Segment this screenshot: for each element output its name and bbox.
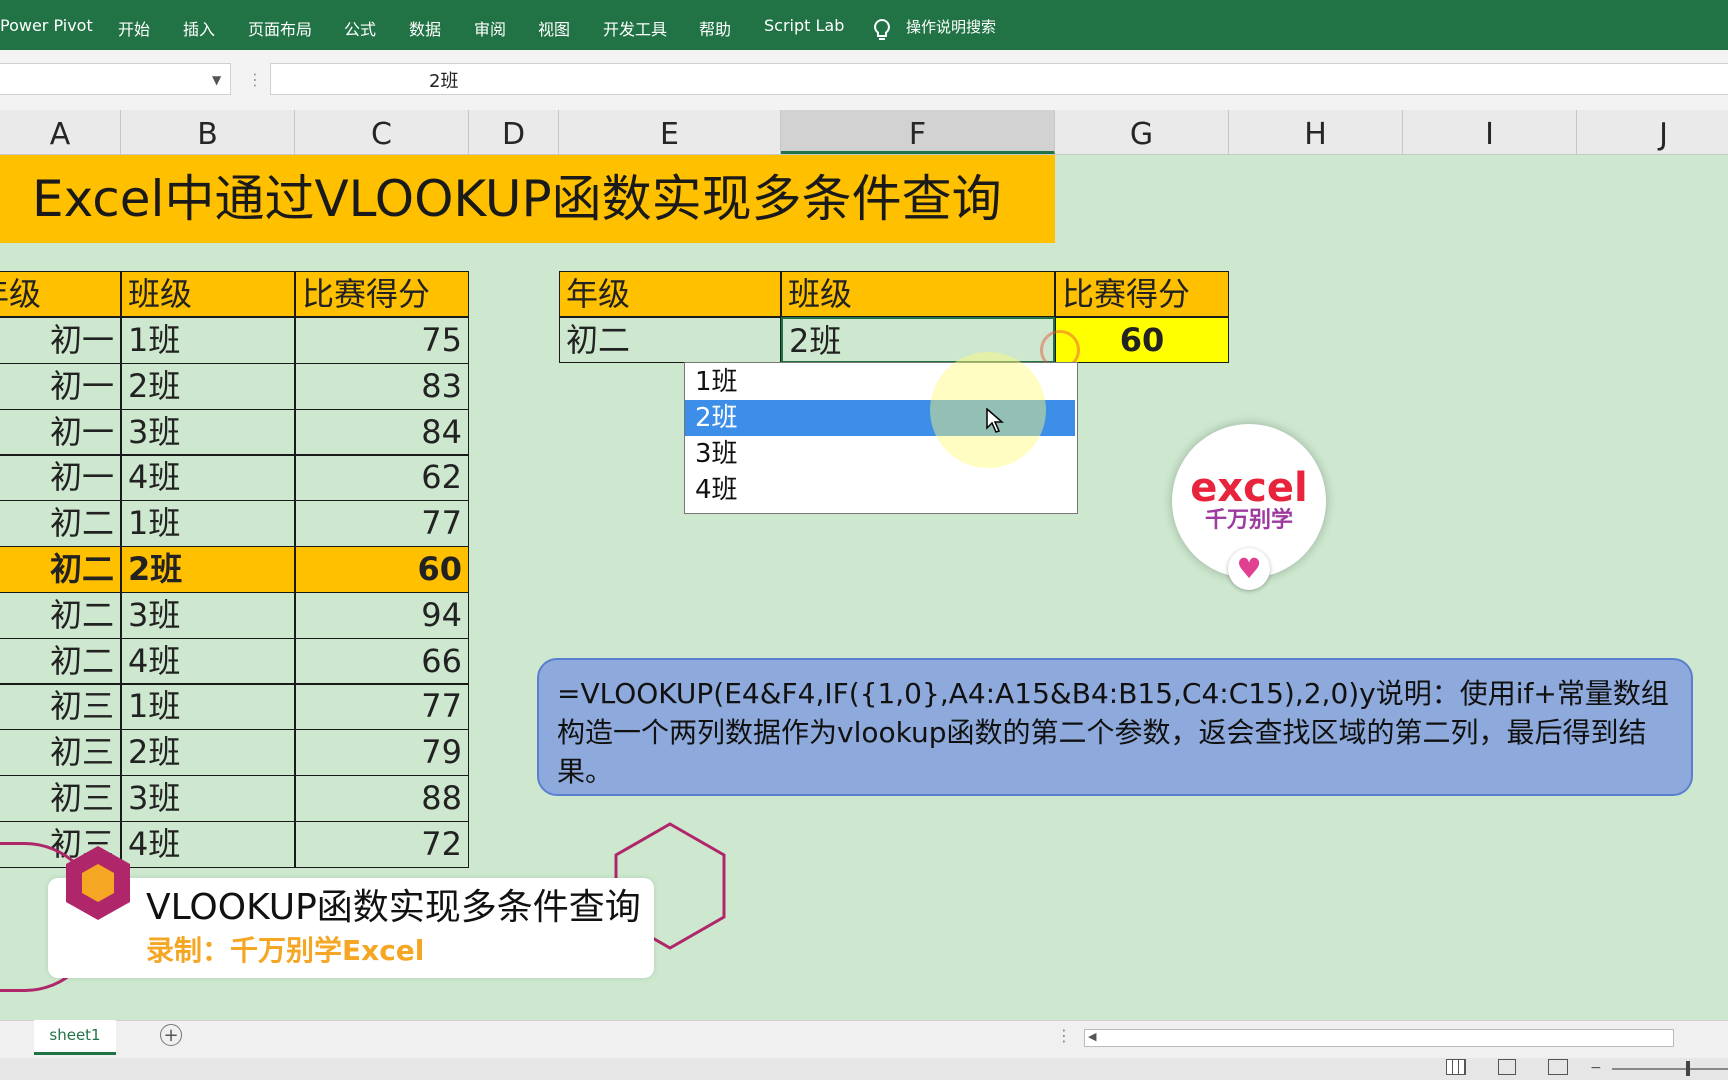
caption-recorder: 录制：千万别学Excel (146, 934, 425, 967)
menu-formulas[interactable]: 公式 (344, 16, 376, 40)
cell-grade[interactable]: 初二 (0, 638, 121, 685)
scroll-left-icon[interactable]: ◀ (1088, 1030, 1096, 1043)
menu-developer[interactable]: 开发工具 (603, 16, 667, 40)
caption-panel: VLOOKUP函数实现多条件查询 录制：千万别学Excel (48, 878, 654, 978)
caption-title: VLOOKUP函数实现多条件查询 (146, 887, 641, 928)
header-grade[interactable]: 年级 (0, 271, 121, 317)
cell-grade[interactable]: 初一 (0, 454, 121, 501)
lookup-class-cell[interactable]: 2班 (781, 317, 1055, 363)
name-box[interactable] (0, 63, 231, 95)
cell-class[interactable]: 2班 (121, 729, 295, 776)
lightbulb-icon[interactable] (872, 18, 892, 44)
column-header-i[interactable]: I (1403, 110, 1577, 154)
badge-brand: excel (1190, 465, 1308, 511)
column-header-f[interactable]: F (781, 110, 1055, 154)
title-banner[interactable]: Excel中通过VLOOKUP函数实现多条件查询 (0, 155, 1055, 243)
cell-grade[interactable]: 初一 (0, 409, 121, 456)
cell-grade[interactable]: 初三 (0, 729, 121, 776)
menu-view[interactable]: 视图 (538, 16, 570, 40)
cell-score[interactable]: 72 (295, 821, 469, 868)
header-class[interactable]: 班级 (121, 271, 295, 317)
formula-note-box[interactable]: =VLOOKUP(E4&F4,IF({1,0},A4:A15&B4:B15,C4… (537, 658, 1693, 796)
cell-class[interactable]: 3班 (121, 592, 295, 639)
zoom-slider[interactable] (1612, 1068, 1728, 1070)
more-options-icon: ⋮ (247, 70, 263, 89)
cell-score[interactable]: 77 (295, 500, 469, 547)
cell-class[interactable]: 3班 (121, 775, 295, 822)
column-header-h[interactable]: H (1229, 110, 1403, 154)
cell-class[interactable]: 3班 (121, 409, 295, 456)
cell-score[interactable]: 83 (295, 363, 469, 410)
lookup-header-grade[interactable]: 年级 (559, 271, 781, 317)
cell-class[interactable]: 1班 (121, 500, 295, 547)
formula-text: 2班 (429, 71, 459, 92)
chevron-down-icon[interactable]: ▼ (212, 73, 221, 87)
status-bar (0, 1058, 1728, 1080)
page-title: Excel中通过VLOOKUP函数实现多条件查询 (32, 170, 1002, 228)
cell-grade[interactable]: 初三 (0, 775, 121, 822)
heart-icon: ♥ (1228, 548, 1270, 590)
lookup-grade-cell[interactable]: 初二 (559, 317, 781, 363)
splitter-icon[interactable]: ⋮ (1056, 1026, 1072, 1045)
column-header-a[interactable]: A (0, 110, 121, 154)
formula-input[interactable]: 2班 (270, 63, 1728, 95)
cell-score[interactable]: 66 (295, 638, 469, 685)
dropdown-option[interactable]: 4班 (685, 472, 1075, 508)
cell-score[interactable]: 84 (295, 409, 469, 456)
column-header-g[interactable]: G (1055, 110, 1229, 154)
column-header-e[interactable]: E (559, 110, 781, 154)
cell-grade[interactable]: 初三 (0, 683, 121, 730)
cell-score[interactable]: 88 (295, 775, 469, 822)
badge-subtitle: 千万别学 (1204, 508, 1293, 533)
cell-score[interactable]: 94 (295, 592, 469, 639)
menu-power-pivot[interactable]: Power Pivot (0, 16, 93, 35)
header-score[interactable]: 比赛得分 (295, 271, 469, 317)
lookup-header-score[interactable]: 比赛得分 (1055, 271, 1229, 317)
menu-home[interactable]: 开始 (118, 16, 150, 40)
cell-class[interactable]: 1班 (121, 317, 295, 364)
zoom-out-icon[interactable]: − (1590, 1060, 1602, 1076)
cell-grade[interactable]: 初一 (0, 363, 121, 410)
column-header-c[interactable]: C (295, 110, 469, 154)
formula-note-text: =VLOOKUP(E4&F4,IF({1,0},A4:A15&B4:B15,C4… (557, 677, 1669, 788)
cell-class[interactable]: 4班 (121, 454, 295, 501)
lookup-result-cell[interactable]: 60 (1055, 317, 1229, 363)
column-header-b[interactable]: B (121, 110, 295, 154)
cell-class[interactable]: 4班 (121, 821, 295, 868)
cell-score[interactable]: 79 (295, 729, 469, 776)
cell-score[interactable]: 77 (295, 683, 469, 730)
cell-grade[interactable]: 初二 (0, 546, 121, 593)
add-sheet-icon[interactable]: + (160, 1024, 182, 1046)
column-header-j[interactable]: J (1577, 110, 1728, 154)
cell-grade[interactable]: 初二 (0, 500, 121, 547)
menu-script-lab[interactable]: Script Lab (764, 16, 844, 35)
cell-class[interactable]: 2班 (121, 546, 295, 593)
cell-grade[interactable]: 初一 (0, 317, 121, 364)
horizontal-scrollbar[interactable] (1084, 1029, 1674, 1047)
mouse-pointer-icon (986, 407, 1005, 438)
lookup-header-class[interactable]: 班级 (781, 271, 1055, 317)
zoom-slider-thumb[interactable] (1686, 1061, 1690, 1076)
normal-view-icon[interactable] (1446, 1059, 1466, 1075)
cell-class[interactable]: 1班 (121, 683, 295, 730)
menu-page-layout[interactable]: 页面布局 (248, 16, 312, 40)
page-break-view-icon[interactable] (1548, 1059, 1568, 1075)
cell-score[interactable]: 62 (295, 454, 469, 501)
page-layout-view-icon[interactable] (1498, 1059, 1516, 1075)
menu-data[interactable]: 数据 (409, 16, 441, 40)
cell-grade[interactable]: 初二 (0, 592, 121, 639)
menu-review[interactable]: 审阅 (474, 16, 506, 40)
cell-score[interactable]: 60 (295, 546, 469, 593)
menu-help[interactable]: 帮助 (699, 16, 731, 40)
cell-class[interactable]: 2班 (121, 363, 295, 410)
column-header-d[interactable]: D (469, 110, 559, 154)
menu-insert[interactable]: 插入 (183, 16, 215, 40)
hexagon-logo-icon (66, 846, 130, 920)
tell-me-search[interactable]: 操作说明搜索 (906, 16, 996, 37)
cell-class[interactable]: 4班 (121, 638, 295, 685)
cell-score[interactable]: 75 (295, 317, 469, 364)
sheet-tab-sheet1[interactable]: sheet1 (34, 1020, 116, 1055)
